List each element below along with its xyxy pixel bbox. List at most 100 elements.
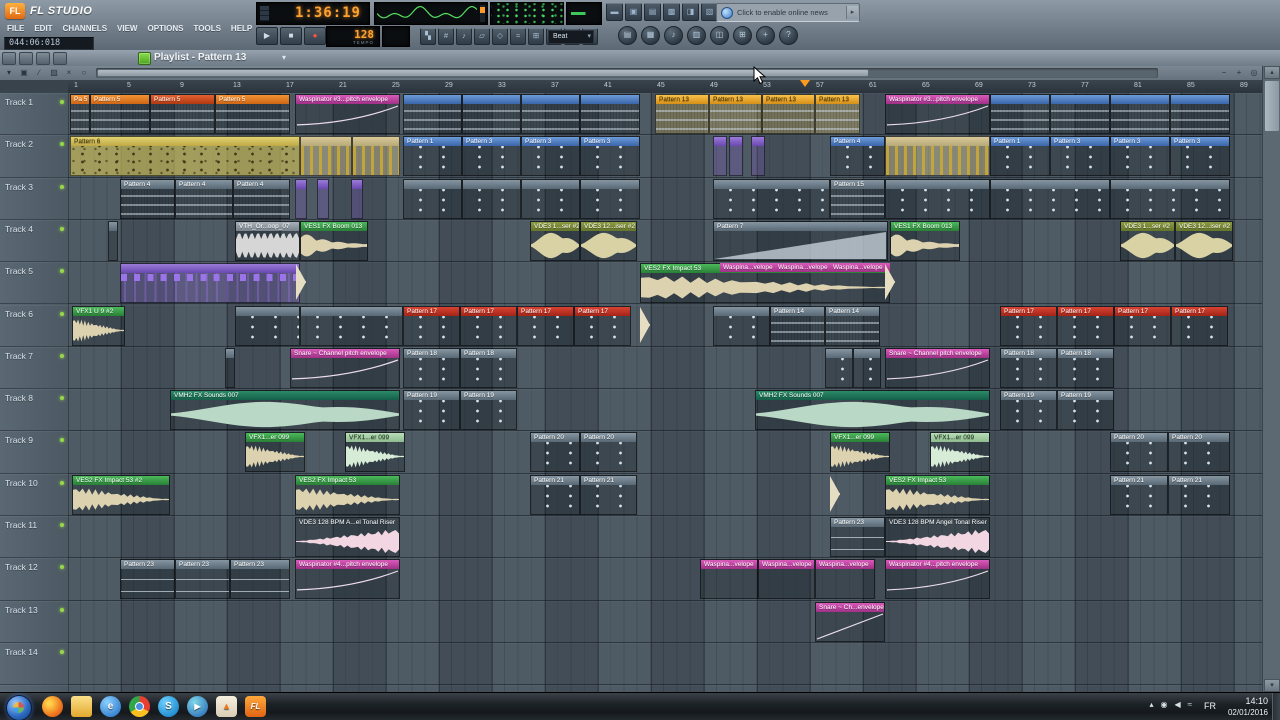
pattern-mode-button[interactable]: ▬	[606, 3, 623, 21]
clip-header[interactable]: Pattern 13	[710, 95, 761, 104]
pattern-clip[interactable]: Pattern 18	[1000, 347, 1057, 388]
internet-explorer-taskbar-icon[interactable]: e	[100, 696, 121, 717]
track-enable-led[interactable]	[60, 269, 64, 274]
clip-header[interactable]: Pattern 5	[91, 95, 149, 104]
pattern-clip[interactable]: Pattern 3	[1050, 136, 1110, 177]
pattern-clip[interactable]: Pattern 6	[70, 136, 300, 177]
clip-header[interactable]: VDE3 1...ser #2	[531, 221, 579, 231]
clip-header[interactable]: Pattern 21	[581, 475, 636, 485]
clip-header[interactable]	[714, 179, 829, 189]
track-enable-led[interactable]	[60, 100, 64, 104]
clip-header[interactable]: Waspina...velope	[775, 263, 830, 273]
clip-header[interactable]	[886, 137, 989, 147]
pattern-clip[interactable]: Snare ~ Channel pitch envelope	[290, 347, 400, 388]
track-enable-led[interactable]	[60, 607, 64, 612]
clip-header[interactable]	[353, 137, 399, 147]
clip-header[interactable]: VES1 FX Boom 013	[301, 221, 367, 231]
clip-header[interactable]	[714, 306, 769, 316]
track-lane[interactable]	[68, 643, 1262, 686]
time-display-panel[interactable]: 1:36:19	[256, 2, 370, 25]
clip-header[interactable]: Pattern 4	[234, 179, 289, 189]
clip-header[interactable]: Waspinator #3...pitch envelope	[886, 95, 989, 104]
clip-header[interactable]	[296, 179, 306, 189]
pattern-clip[interactable]: Pattern 23	[230, 559, 290, 600]
song-mode-button[interactable]: ▣	[625, 3, 642, 21]
menu-tools[interactable]: TOOLS	[189, 23, 226, 35]
panel-icon[interactable]	[19, 52, 33, 65]
delete-tool[interactable]: ×	[63, 67, 75, 78]
pattern-clip[interactable]: Pattern 23	[175, 559, 230, 600]
clip-header[interactable]: Waspinator #3...pitch envelope	[296, 95, 399, 104]
clip-header[interactable]: VMH2 FX Sounds 007	[756, 391, 989, 401]
track-enable-led[interactable]	[60, 353, 64, 358]
clip-header[interactable]	[730, 137, 742, 147]
clip-header[interactable]: Snare ~ Ch...envelope	[816, 602, 884, 612]
time-display-mode-buttons[interactable]	[260, 6, 269, 21]
pattern-clip[interactable]	[1050, 94, 1110, 134]
audio-clip[interactable]	[296, 263, 308, 303]
clip-header[interactable]	[1171, 95, 1229, 104]
pattern-clip[interactable]: Pa 5	[70, 94, 90, 134]
select-tool[interactable]: ▣	[18, 67, 30, 78]
pattern-clip[interactable]: Pattern 17	[1057, 305, 1114, 346]
pattern-clip[interactable]: Pattern 13	[815, 94, 860, 134]
pattern-clip[interactable]: Pattern 17	[1000, 305, 1057, 346]
pattern-clip[interactable]: Pattern 3	[580, 136, 640, 177]
pattern-clip[interactable]: Pattern 18	[460, 347, 517, 388]
pattern-clip[interactable]	[108, 220, 118, 261]
audio-clip[interactable]: VFX1 U 9 #2	[72, 305, 125, 346]
pattern-clip[interactable]: Snare ~ Ch...envelope	[815, 601, 885, 642]
clip-header[interactable]: VFX1 U 9 #2	[73, 306, 124, 316]
pattern-clip[interactable]: Pattern 4	[233, 178, 290, 219]
clip-header[interactable]	[404, 95, 461, 104]
clip-header[interactable]: Pattern 23	[831, 518, 884, 527]
menu-options[interactable]: OPTIONS	[142, 23, 188, 35]
skype-taskbar-icon[interactable]: S	[158, 696, 179, 717]
clip-header[interactable]: Pattern 13	[816, 95, 859, 104]
record-button[interactable]: ●	[304, 27, 326, 45]
pattern-clip[interactable]	[300, 305, 403, 346]
clip-header[interactable]	[301, 137, 351, 147]
playlist-grid[interactable]: Pa 5 Pattern 5 Pattern 5 Pattern 5 Waspinato…	[68, 93, 1262, 692]
clip-header[interactable]	[522, 179, 579, 189]
pattern-clip[interactable]: Pattern 1	[990, 136, 1050, 177]
pattern-clip[interactable]	[580, 94, 640, 134]
play-button[interactable]: ▶	[256, 27, 278, 45]
pattern-clip[interactable]	[351, 178, 363, 219]
clip-header[interactable]: Pattern 18	[461, 348, 516, 358]
track-header[interactable]: Track 7	[0, 347, 68, 390]
pattern-clip[interactable]: Waspinator #3...pitch envelope	[295, 94, 400, 134]
pattern-clip[interactable]: Pattern 4	[830, 136, 885, 177]
menu-file[interactable]: FILE	[2, 23, 29, 35]
audio-clip[interactable]: VFX1...er 099	[345, 432, 405, 473]
paint-tool[interactable]: ▨	[48, 67, 60, 78]
pattern-clip[interactable]: Waspina...velope	[775, 263, 830, 303]
clip-header[interactable]: VMH2 FX Sounds 007	[171, 391, 399, 401]
clip-header[interactable]: Pattern 15	[831, 179, 884, 189]
pattern-clip[interactable]	[990, 178, 1110, 219]
clip-header[interactable]: VFX1...er 099	[831, 433, 889, 443]
add-plugin[interactable]: +	[756, 26, 775, 45]
plugin-picker[interactable]: ⊞	[733, 26, 752, 45]
pattern-clip[interactable]	[1110, 94, 1170, 134]
clip-header[interactable]: VDE3 128 BPM A...el Tonal Riser	[296, 518, 399, 527]
track-enable-led[interactable]	[60, 523, 64, 527]
clip-header[interactable]: Waspina...velope	[830, 263, 890, 273]
pattern-clip[interactable]	[580, 178, 640, 219]
pattern-clip[interactable]	[235, 305, 300, 346]
pattern-clip[interactable]: Pattern 21	[530, 474, 580, 515]
pattern-clip[interactable]	[825, 347, 853, 388]
clip-header[interactable]: Pattern 4	[121, 179, 174, 189]
clip-header[interactable]: Pattern 23	[121, 560, 174, 570]
clip-header[interactable]: Pattern 20	[581, 433, 636, 443]
pattern-clip[interactable]	[729, 136, 743, 177]
clip-header[interactable]	[581, 179, 639, 189]
pattern-clip[interactable]	[403, 178, 462, 219]
audio-clip[interactable]: VES2 FX Impact 53	[295, 474, 400, 515]
audio-clip[interactable]: VDE3 12...iser #2	[580, 220, 637, 261]
clip-header[interactable]: VDE3 12...iser #2	[1176, 221, 1232, 231]
pattern-clip[interactable]: Pattern 4	[175, 178, 233, 219]
pattern-clip[interactable]	[1170, 94, 1230, 134]
audio-clip[interactable]: VFX1...er 099	[930, 432, 990, 473]
audio-clip[interactable]: VDE3 128 BPM A...el Tonal Riser	[295, 517, 400, 557]
